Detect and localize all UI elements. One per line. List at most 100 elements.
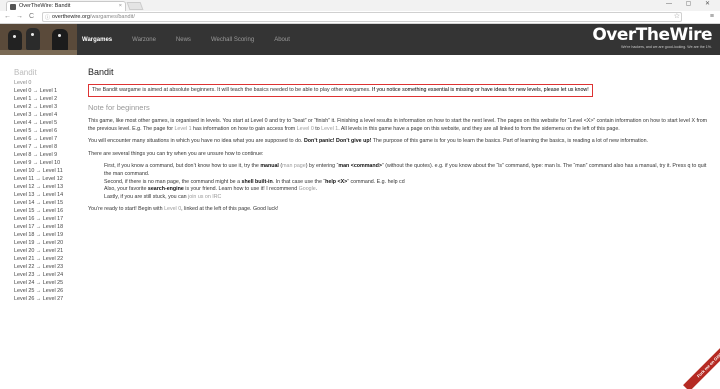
- sidebar-item-level[interactable]: Level 0 → Level 1: [14, 87, 84, 95]
- paragraph-levels: This game, like most other games, is org…: [88, 118, 708, 133]
- sidebar-item-level[interactable]: Level 2 → Level 3: [14, 103, 84, 111]
- url-input[interactable]: ⓘ overthewire.org/wargames/bandit/: [42, 12, 682, 22]
- back-icon[interactable]: ←: [4, 13, 11, 21]
- tab-close-icon[interactable]: ×: [119, 2, 122, 11]
- sidebar-item-level[interactable]: Level 26 → Level 27: [14, 295, 84, 303]
- list-item: Second, if there is no man page, the com…: [104, 179, 708, 187]
- bold-text: shell built-in: [241, 178, 273, 185]
- bold-text: Don’t panic! Don’t give up!: [303, 138, 372, 145]
- text: . All levels in this game have a page on…: [338, 125, 620, 132]
- paragraph-dont-panic: You will encounter many situations in wh…: [88, 138, 708, 146]
- text: .: [315, 186, 318, 193]
- url-host: overthewire.org: [52, 14, 90, 20]
- sidebar-item-level[interactable]: Level 11 → Level 12: [14, 175, 84, 183]
- sidebar-item-level[interactable]: Level 4 → Level 5: [14, 119, 84, 127]
- text: You will encounter many situations in wh…: [88, 138, 304, 145]
- header-banner-image[interactable]: [0, 24, 77, 55]
- text: Lastly, if you are still stuck, you can: [104, 193, 189, 200]
- list-item: Also, your favorite search-engine is you…: [104, 186, 708, 194]
- sidebar-item-level[interactable]: Level 5 → Level 6: [14, 127, 84, 135]
- url-path: /wargames/bandit/: [89, 14, 135, 20]
- sidebar-item-level[interactable]: Level 17 → Level 18: [14, 223, 84, 231]
- address-bar: ← → C ⓘ overthewire.org/wargames/bandit/…: [0, 11, 720, 24]
- sidebar: Bandit Level 0 Level 0 → Level 1 Level 1 →…: [14, 68, 84, 303]
- sidebar-item-level[interactable]: Level 9 → Level 10: [14, 159, 84, 167]
- sidebar-item-level[interactable]: Level 14 → Level 15: [14, 199, 84, 207]
- sidebar-item-level[interactable]: Level 15 → Level 16: [14, 207, 84, 215]
- nav-news[interactable]: News: [176, 37, 191, 43]
- bold-text: manual: [260, 163, 279, 170]
- sidebar-item-level[interactable]: Level 19 → Level 20: [14, 239, 84, 247]
- sidebar-item-level[interactable]: Level 8 → Level 9: [14, 151, 84, 159]
- sidebar-item-level[interactable]: Level 7 → Level 8: [14, 143, 84, 151]
- notes-heading: Note for beginners: [88, 103, 150, 112]
- link-level-1[interactable]: Level 1: [174, 126, 191, 132]
- page-title: Bandit: [88, 67, 114, 77]
- text: has information on how to gain access fr…: [191, 125, 297, 132]
- text: First, if you know a command, but don’t …: [104, 163, 261, 170]
- sidebar-item-level[interactable]: Level 23 → Level 24: [14, 271, 84, 279]
- bold-text: search-engine: [147, 186, 184, 193]
- link-man-page[interactable]: man page: [282, 163, 306, 169]
- forward-icon[interactable]: →: [16, 13, 23, 21]
- text: The purpose of this game is for you to l…: [371, 138, 648, 145]
- sidebar-item-level[interactable]: Level 20 → Level 21: [14, 247, 84, 255]
- site-header: Wargames Warzone News Wechall Scoring Ab…: [0, 24, 720, 55]
- link-irc[interactable]: join us on IRC: [188, 194, 221, 200]
- tips-list: First, if you know a command, but don’t …: [104, 163, 708, 201]
- bold-text: man <command>: [338, 163, 382, 170]
- brand-name: OverTheWire: [592, 25, 712, 45]
- top-nav: Wargames Warzone News Wechall Scoring Ab…: [82, 24, 310, 55]
- link-level-1b[interactable]: Level 1: [321, 126, 338, 132]
- browser-menu-icon[interactable]: ≡: [710, 13, 714, 21]
- sidebar-item-level[interactable]: Level 24 → Level 25: [14, 279, 84, 287]
- sidebar-item-level[interactable]: Level 1 → Level 2: [14, 95, 84, 103]
- nav-wargames[interactable]: Wargames: [82, 37, 112, 43]
- link-level-0-start[interactable]: Level 0: [164, 206, 181, 212]
- sidebar-title: Bandit: [14, 68, 37, 77]
- page-info-icon[interactable]: ⓘ: [45, 14, 50, 22]
- sidebar-item-level[interactable]: Level 13 → Level 14: [14, 191, 84, 199]
- text: Also, your favorite: [104, 186, 148, 193]
- list-item: Lastly, if you are still stuck, you can …: [104, 194, 708, 202]
- brand-tagline: We're hackers, and we are good-looking. …: [621, 45, 712, 49]
- new-tab-button[interactable]: [126, 2, 144, 10]
- browser-tab[interactable]: OverTheWire: Bandit ×: [6, 1, 126, 11]
- bold-text: help <X>: [325, 178, 348, 185]
- text: is your friend. Learn how to use it! I r…: [183, 186, 299, 193]
- reload-icon[interactable]: C: [29, 13, 34, 21]
- list-item: First, if you know a command, but don’t …: [104, 163, 707, 177]
- github-ribbon-container: Fork me on GitHub: [674, 343, 720, 389]
- text: . In that case use the “: [272, 178, 326, 185]
- text: by entering “: [307, 163, 339, 170]
- main-content: Bandit The Bandit wargame is aimed at ab…: [88, 66, 708, 219]
- text: , linked at the left of this page. Good …: [181, 206, 279, 213]
- favicon-icon: [10, 4, 16, 10]
- sidebar-item-level[interactable]: Level 12 → Level 13: [14, 183, 84, 191]
- site-logo[interactable]: OverTheWire We're hackers, and we are go…: [592, 25, 712, 49]
- browser-titlebar: OverTheWire: Bandit × — ▢ ✕: [0, 0, 720, 11]
- window-controls[interactable]: — ▢ ✕: [666, 0, 716, 7]
- sidebar-item-level[interactable]: Level 21 → Level 22: [14, 255, 84, 263]
- link-google[interactable]: Google: [299, 186, 316, 192]
- intro-text: The Bandit wargame is aimed at absolute …: [92, 87, 371, 93]
- text: You’re ready to start! Begin with: [88, 206, 165, 213]
- sidebar-item-level[interactable]: Level 3 → Level 4: [14, 111, 84, 119]
- sidebar-item-level[interactable]: Level 6 → Level 7: [14, 135, 84, 143]
- sidebar-item-level[interactable]: Level 0: [14, 79, 84, 87]
- link-level-0[interactable]: Level 0: [297, 126, 314, 132]
- bookmark-star-icon[interactable]: ☆: [674, 13, 680, 21]
- text: ” command. E.g. help cd: [347, 178, 405, 185]
- nav-wechall-scoring[interactable]: Wechall Scoring: [211, 37, 254, 43]
- sidebar-item-level[interactable]: Level 18 → Level 19: [14, 231, 84, 239]
- sidebar-item-level[interactable]: Level 10 → Level 11: [14, 167, 84, 175]
- sidebar-item-level[interactable]: Level 16 → Level 17: [14, 215, 84, 223]
- fork-on-github-ribbon[interactable]: Fork me on GitHub: [683, 343, 720, 389]
- sidebar-item-level[interactable]: Level 25 → Level 26: [14, 287, 84, 295]
- sidebar-level-list: Level 0 Level 0 → Level 1 Level 1 → Level …: [14, 79, 84, 303]
- tab-title: OverTheWire: Bandit: [19, 3, 71, 9]
- sidebar-item-level[interactable]: Level 22 → Level 23: [14, 263, 84, 271]
- nav-about[interactable]: About: [274, 37, 290, 43]
- nav-warzone[interactable]: Warzone: [132, 37, 156, 43]
- intro-box: The Bandit wargame is aimed at absolute …: [88, 84, 593, 97]
